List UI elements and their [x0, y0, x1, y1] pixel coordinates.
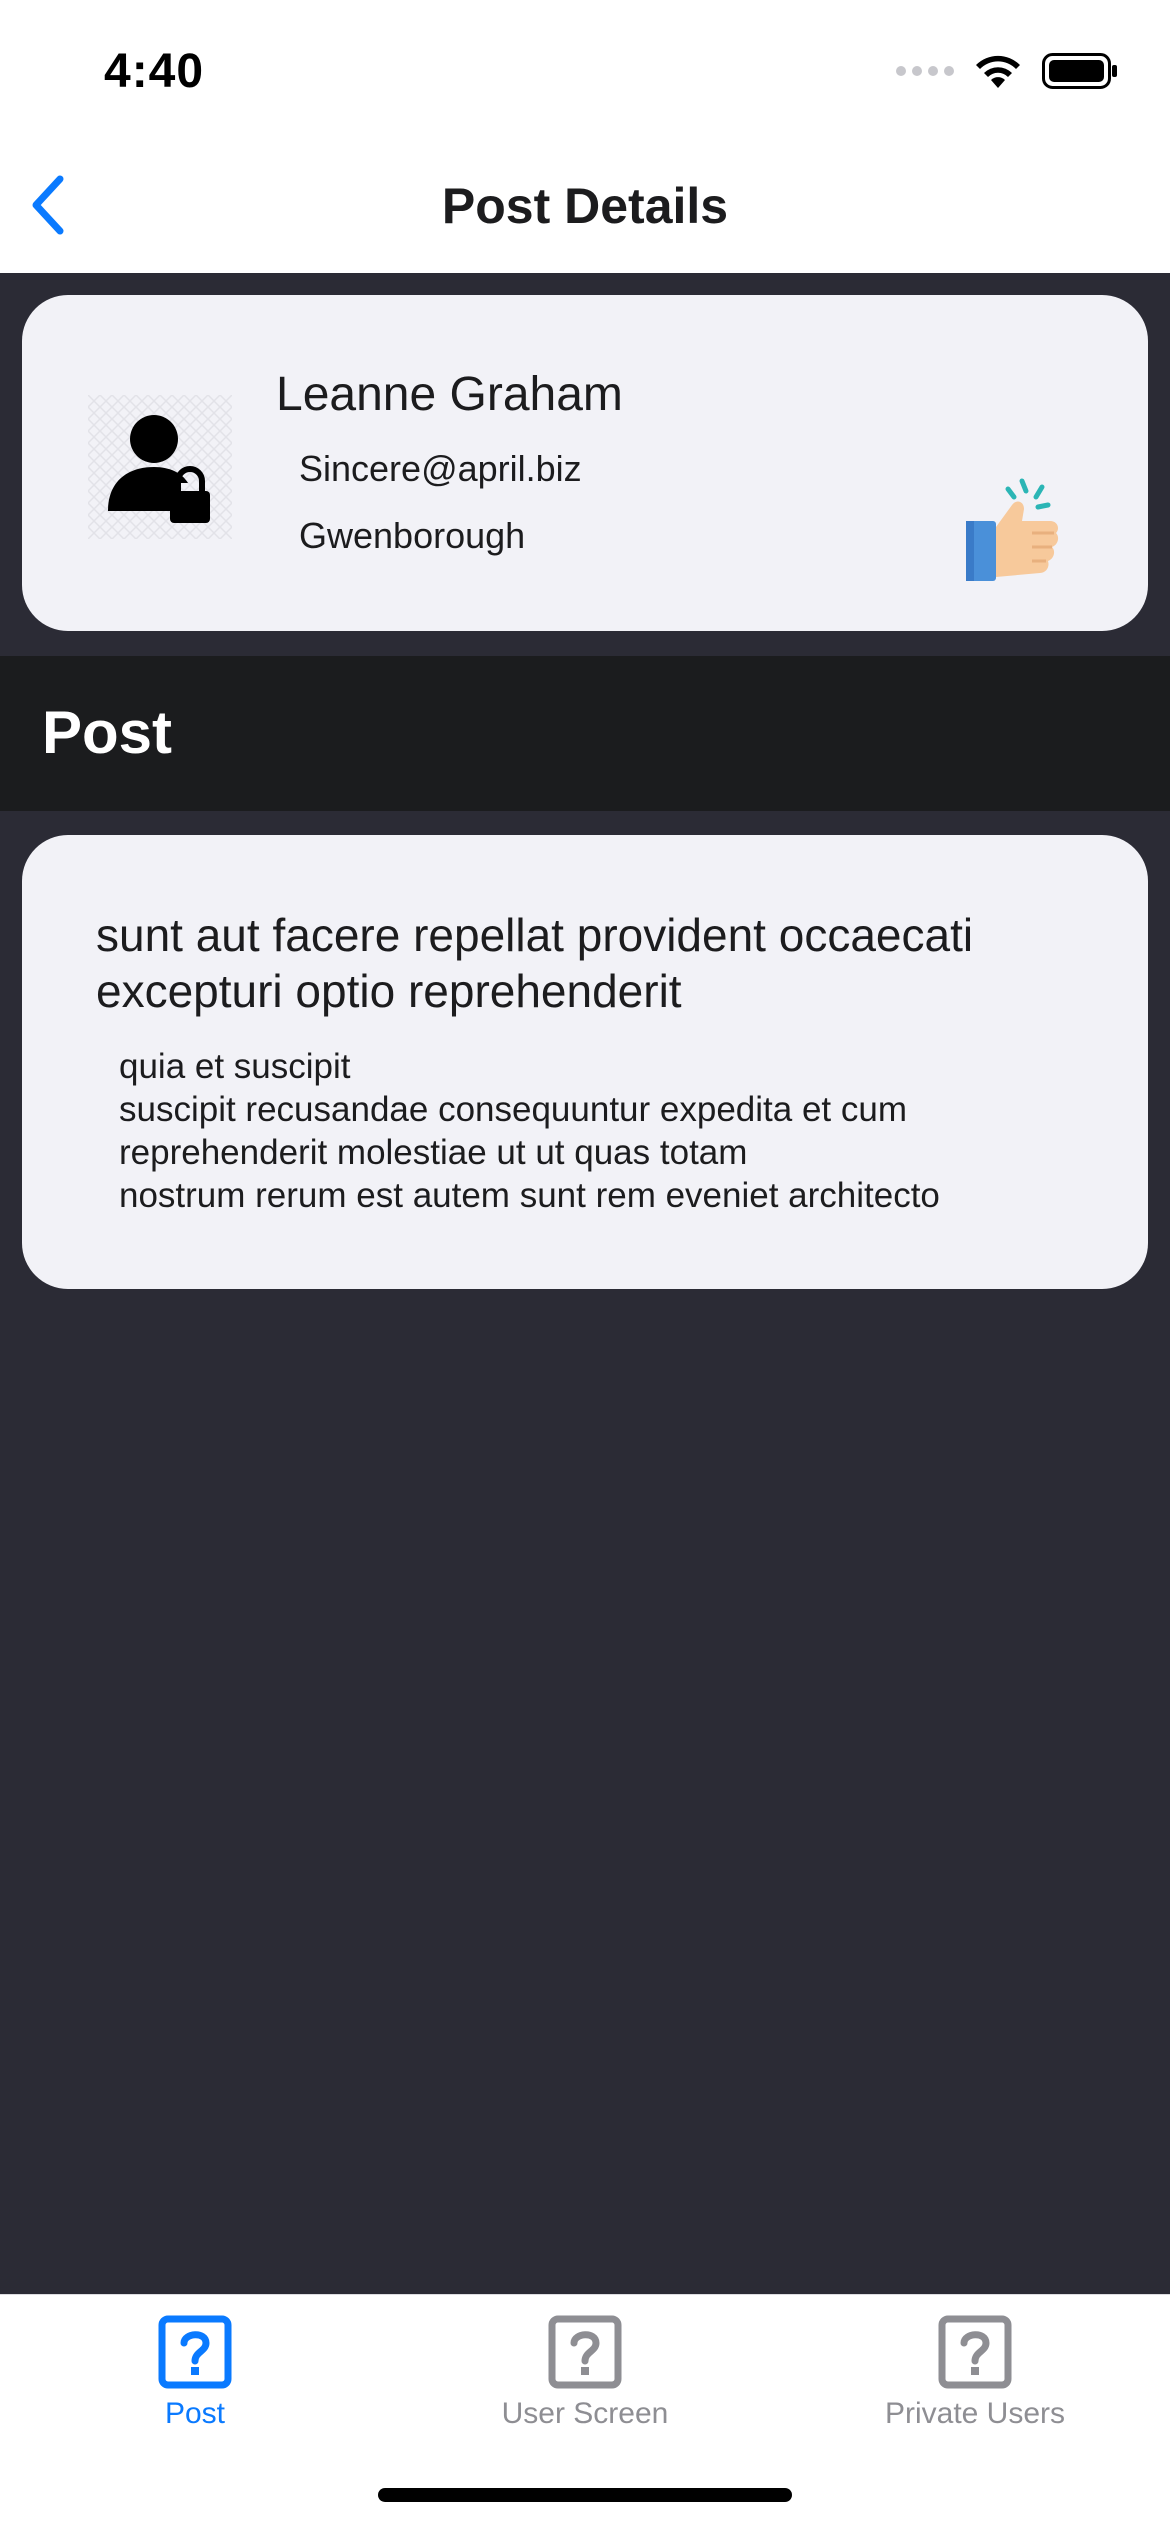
user-city: Gwenborough	[299, 515, 526, 556]
tab-label: Post	[164, 2397, 226, 2430]
battery-icon	[1042, 53, 1117, 89]
status-time: 4:40	[104, 45, 205, 98]
user-name: Leanne Graham	[276, 368, 623, 421]
tab-label: User Screen	[501, 2397, 669, 2430]
question-square-icon	[158, 2315, 232, 2389]
section-header: Post	[0, 656, 1170, 811]
page-title: Post Details	[441, 178, 729, 234]
tab-label: Private Users	[884, 2397, 1066, 2430]
status-bar: 4:40	[0, 0, 1170, 145]
question-square-icon	[938, 2315, 1012, 2389]
user-email: Sincere@april.biz	[299, 448, 582, 489]
user-card: Leanne Graham Sincere@april.biz Gwenboro…	[22, 295, 1148, 631]
thumbs-up-icon[interactable]	[962, 475, 1072, 585]
status-icons	[896, 52, 1118, 90]
screen: 4:40 Post Details Leanne Graham Sincere@…	[0, 0, 1170, 2532]
tab-post[interactable]: Post	[45, 2295, 345, 2445]
cellular-signal-icon	[896, 66, 954, 76]
navigation-bar: Post Details	[0, 145, 1170, 273]
post-title: sunt aut facere repellat provident occae…	[96, 909, 974, 1017]
tab-private-users[interactable]: Private Users	[825, 2295, 1125, 2445]
home-indicator	[378, 2488, 792, 2502]
wifi-icon	[976, 55, 1020, 88]
question-square-icon	[548, 2315, 622, 2389]
post-card: sunt aut facere repellat provident occae…	[22, 835, 1148, 1289]
user-lock-icon	[88, 395, 232, 539]
section-title: Post	[42, 699, 173, 766]
post-body: quia et suscipit suscipit recusandae con…	[119, 1047, 940, 1215]
tab-user-screen[interactable]: User Screen	[435, 2295, 735, 2445]
